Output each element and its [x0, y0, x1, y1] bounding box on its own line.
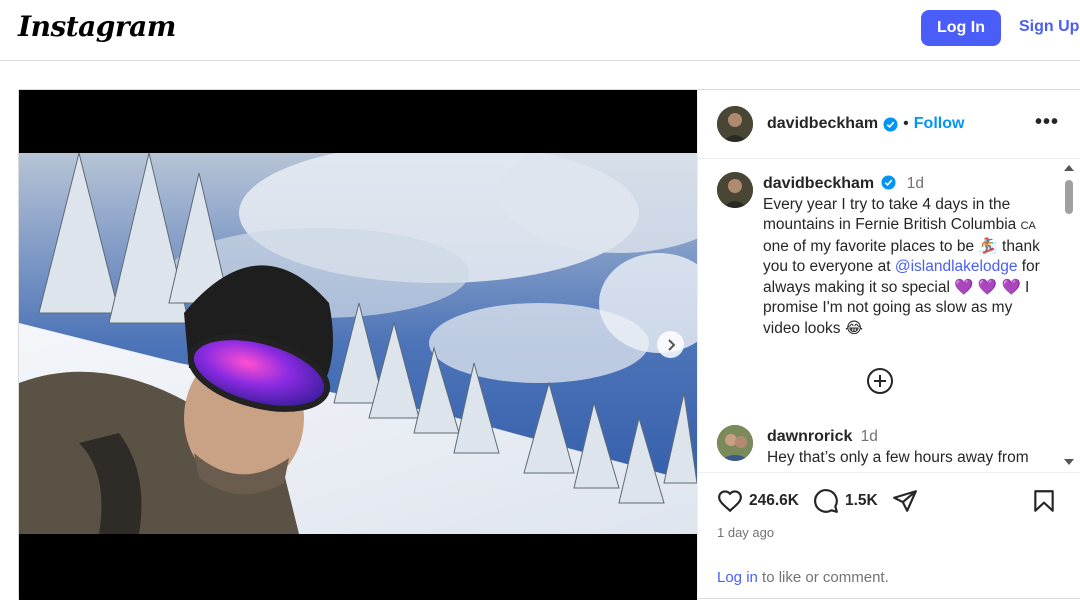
separator-dot: •: [903, 115, 909, 132]
post-caption: davidbeckham 1d Every year I try to take…: [763, 174, 1053, 339]
verified-badge-icon: [881, 175, 896, 190]
post-time: 1 day ago: [717, 525, 775, 540]
more-options-button[interactable]: •••: [1035, 111, 1059, 134]
likes-count: 246.6K: [749, 492, 799, 509]
action-row: 246.6K 1.5K: [717, 488, 918, 514]
login-button[interactable]: Log In: [921, 10, 1001, 46]
video-player[interactable]: [19, 153, 697, 534]
signup-link[interactable]: Sign Up: [1019, 18, 1079, 36]
verified-badge-icon: [883, 116, 898, 132]
top-bar: Instagram Log In Sign Up: [0, 0, 1080, 61]
canada-flag: CA: [1020, 220, 1036, 232]
comments-count: 1.5K: [844, 492, 878, 509]
scroll-up-arrow-icon[interactable]: [1064, 165, 1074, 171]
bookmark-icon[interactable]: [1031, 488, 1057, 514]
instagram-logo[interactable]: Instagram: [18, 10, 176, 43]
comment-icon[interactable]: [813, 488, 839, 514]
caption-avatar[interactable]: [717, 172, 753, 208]
caption-text-2: one of my favorite places to be 🏂: [763, 237, 998, 255]
post-header: davidbeckham • Follow •••: [698, 90, 1080, 159]
mention-link[interactable]: @islandlakelodge: [895, 258, 1018, 275]
comments-section[interactable]: davidbeckham 1d Every year I try to take…: [698, 160, 1080, 471]
video-still: [19, 153, 697, 534]
caption-text-1: Every year I try to take 4 days in the m…: [763, 195, 1021, 234]
avatar-image: [717, 425, 753, 461]
commenter-avatar[interactable]: [717, 425, 753, 461]
author-line: davidbeckham • Follow: [767, 115, 964, 133]
post-media[interactable]: [19, 90, 697, 600]
chevron-right-icon: [667, 338, 675, 351]
author-username[interactable]: davidbeckham: [767, 115, 878, 133]
caption-time: 1d: [906, 175, 925, 192]
next-slide-button[interactable]: [657, 331, 684, 358]
comment-item: dawnrorick 1d Hey that’s only a few hour…: [767, 427, 1057, 468]
comment-time: 1d: [860, 428, 878, 445]
comments-scrollbar[interactable]: [1062, 163, 1076, 468]
author-avatar[interactable]: [717, 106, 753, 142]
avatar-image: [717, 172, 753, 208]
post-side-panel: davidbeckham • Follow ••• davidbeckham 1…: [697, 90, 1080, 600]
comment-text: Hey that’s only a few hours away from: [767, 448, 1029, 466]
login-prompt: Log in to like or comment.: [717, 569, 889, 586]
post-card: davidbeckham • Follow ••• davidbeckham 1…: [18, 89, 1080, 600]
follow-button[interactable]: Follow: [914, 115, 965, 133]
login-prompt-text: to like or comment.: [757, 569, 889, 586]
load-more-comments-icon[interactable]: [866, 367, 894, 395]
share-icon[interactable]: [892, 488, 918, 514]
avatar-image: [717, 106, 753, 142]
scroll-down-arrow-icon[interactable]: [1064, 459, 1074, 465]
login-link[interactable]: Log in: [717, 569, 758, 586]
heart-icon[interactable]: [717, 488, 743, 514]
post-actions: 246.6K 1.5K 1 day ago Log in to like or …: [698, 472, 1080, 600]
comment-username[interactable]: dawnrorick: [767, 428, 852, 445]
caption-username[interactable]: davidbeckham: [763, 175, 874, 192]
scroll-thumb[interactable]: [1065, 180, 1073, 214]
